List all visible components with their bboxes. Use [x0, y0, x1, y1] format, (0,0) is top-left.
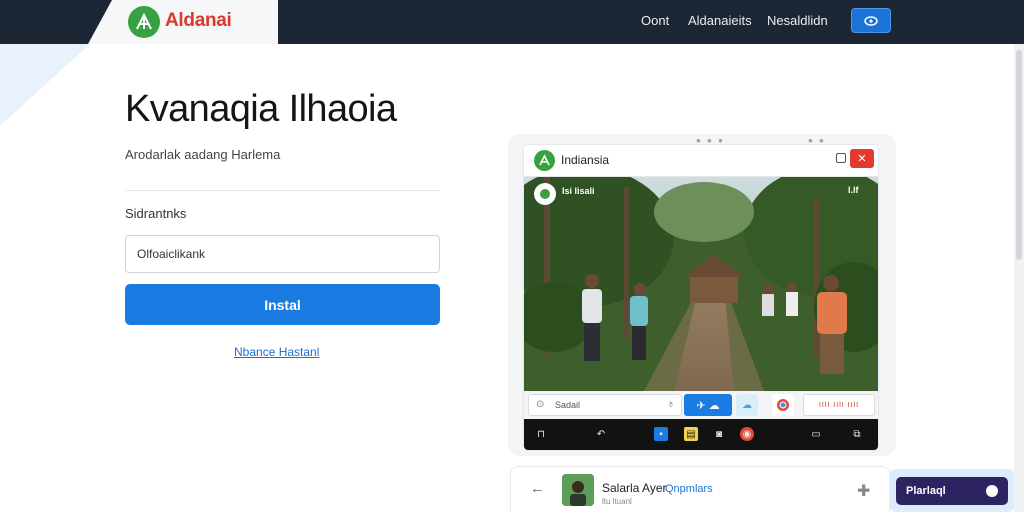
chrome-icon [777, 399, 789, 411]
taskbar: ⊓ ↶ ▪ ▤ ◙ ◉ ▭ ⧉ [524, 419, 878, 450]
nav-link-2[interactable]: Aldanaieits [688, 13, 752, 28]
secondary-link[interactable]: Nbance Hastanl [234, 345, 319, 359]
chrome-taskbar-icon[interactable]: ◉ [740, 427, 754, 441]
app-header: Indiansia ✕ [524, 145, 878, 177]
user-tag[interactable]: Qnpmlars [665, 483, 713, 495]
page-title: Kvanaqia Ilhaoia [125, 88, 397, 130]
notes-icon[interactable]: ▤ [684, 427, 698, 441]
browser-button[interactable] [772, 394, 794, 416]
eye-icon [864, 15, 878, 26]
photo-label-right: l.lf [848, 185, 859, 195]
decorative-stripe [0, 44, 90, 126]
search-icon: ⊙ [536, 399, 545, 410]
files-icon[interactable]: ▪ [654, 427, 668, 441]
app-title: Indiansia [561, 153, 610, 167]
camera-dots: ● ● ● [696, 136, 725, 145]
user-subtext: ltu ltuanl [602, 497, 632, 506]
scrollbar-thumb[interactable] [1016, 50, 1022, 260]
back-icon[interactable]: ↶ [594, 427, 608, 441]
share-button[interactable]: ✈ ☁ [684, 394, 732, 416]
cloud-button[interactable]: ☁ [736, 394, 758, 416]
photo-label: Isi lisali [562, 186, 595, 196]
cta-button[interactable]: Plarlaql [896, 477, 1008, 505]
cta-label: Plarlaql [906, 485, 946, 497]
share-icon: ✈ ☁ [696, 399, 720, 412]
mic-icon[interactable]: ♁ [667, 398, 675, 410]
install-button[interactable]: Instal [125, 284, 440, 325]
puzzle-icon[interactable]: ✚ [857, 481, 870, 501]
village-photo: Isi lisali l.lf [524, 177, 878, 391]
app-logo-icon [534, 150, 555, 171]
app-toolbar: ⊙ Sadail ♁ ✈ ☁ ☁ IIlI IIlI IIlI [524, 391, 878, 419]
menu-icon[interactable]: ⊓ [534, 427, 548, 441]
text-input[interactable] [125, 235, 440, 273]
share-out-icon[interactable]: ⧉ [850, 427, 864, 441]
tablet-screen: Indiansia ✕ Isi lisali l.lf ⊙ Sadail ♁ ✈… [524, 145, 878, 450]
avatar[interactable] [562, 474, 594, 506]
close-icon: ✕ [857, 153, 867, 165]
sensor-dots: ● ● [808, 136, 826, 145]
user-name: Salarla Ayer [602, 481, 667, 495]
nav-action-button[interactable] [851, 8, 891, 33]
window-icon[interactable] [836, 153, 846, 163]
photo-badge-icon [534, 183, 556, 205]
divider [125, 190, 440, 191]
cta-icon [986, 485, 998, 497]
close-button[interactable]: ✕ [850, 149, 874, 168]
status-chip[interactable]: IIlI IIlI IIlI [803, 394, 875, 416]
page-subtitle: Arodarlak aadang Harlema [125, 147, 281, 162]
camera-icon[interactable]: ◙ [712, 427, 726, 441]
cloud-icon: ☁ [742, 399, 752, 411]
field-label: Sidrantnks [125, 206, 187, 221]
leaf-icon[interactable] [128, 6, 160, 38]
mini-search-box[interactable]: ⊙ Sadail ♁ [528, 394, 682, 416]
back-arrow-icon[interactable]: ← [530, 480, 545, 497]
nav-link-1[interactable]: Oont [641, 13, 669, 28]
nav-link-3[interactable]: Nesaldlidn [767, 13, 828, 28]
mini-search-text: Sadail [555, 400, 581, 410]
window-switch-icon[interactable]: ▭ [809, 427, 823, 441]
brand-name[interactable]: Aldanai [165, 10, 232, 32]
